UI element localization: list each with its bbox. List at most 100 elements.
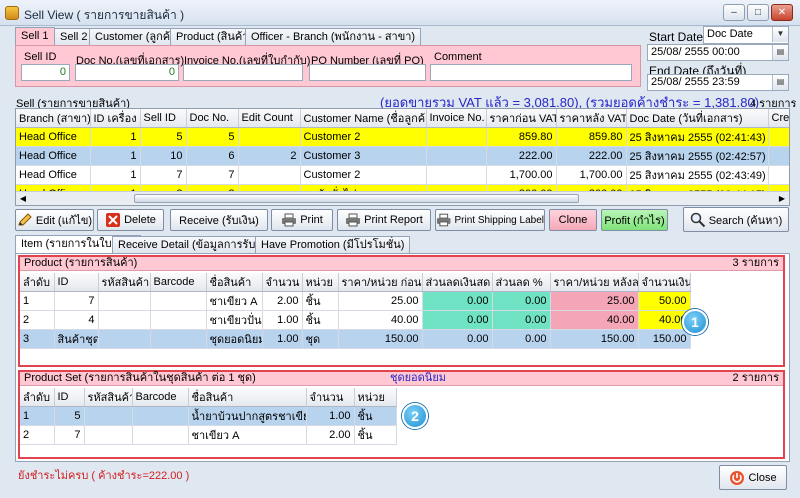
product-section: Product (รายการสินค้า) 3 รายการ ลำดับ ID ร… — [18, 255, 785, 367]
table-cell: 150.00 — [638, 329, 691, 349]
column-header[interactable]: หน่วย — [302, 273, 339, 292]
table-cell: 25 สิงหาคม 2555 (02:43:49) — [626, 165, 769, 185]
table-row[interactable]: Head Office 1 10 6 2 Customer 3 222.00 222.00 25… — [16, 146, 789, 166]
edit-button[interactable]: Edit (แก้ไข) — [15, 209, 94, 231]
delete-label: Delete — [124, 214, 156, 226]
print-button[interactable]: Print — [271, 209, 333, 231]
column-header[interactable]: Barcode — [150, 273, 207, 292]
table-cell: 7 — [54, 291, 99, 311]
column-header[interactable]: Edit Count — [238, 109, 301, 128]
table-cell: Customer 2 — [300, 127, 427, 147]
tab-have-promotion[interactable]: Have Promotion (มีโปรโมชั่น) — [255, 236, 411, 254]
product-table[interactable]: ลำดับ ID รหัสสินค้า Barcode ชื่อสินค้า จำนวนห… — [20, 273, 691, 349]
column-header[interactable]: Doc No. — [186, 109, 239, 128]
sell-id-input[interactable]: 0 — [21, 64, 70, 81]
close-button[interactable]: Close — [719, 465, 787, 490]
comment-input[interactable] — [430, 64, 632, 81]
table-cell: 5 — [54, 406, 85, 426]
table-cell: 1 — [90, 127, 141, 147]
end-date-input[interactable]: 25/08/ 2555 23:59 ▤ — [647, 74, 789, 91]
callout-badge-1: 1 — [682, 309, 708, 335]
column-header[interactable]: ลำดับ — [20, 273, 55, 292]
sell-grid[interactable]: Branch (สาขา) ID เครื่อง Sell ID Doc No. Edi… — [15, 108, 790, 206]
end-date-value: 25/08/ 2555 23:59 — [651, 76, 740, 88]
table-row[interactable]: 2 7 ชาเขียว A 2.00 ชิ้น — [20, 425, 397, 445]
column-header[interactable]: ราคา/หน่วย ก่อนลด — [338, 273, 423, 292]
calendar-icon[interactable]: ▤ — [772, 75, 788, 90]
table-cell — [426, 127, 487, 147]
table-row[interactable]: 1 7 ชาเขียว A 2.00 ชิ้น 25.00 0.00 0.00 25.00 50.… — [20, 291, 691, 311]
table-cell: 150.00 — [338, 329, 423, 349]
column-header[interactable]: Branch (สาขา) — [16, 109, 91, 128]
table-cell: 10 — [140, 146, 187, 166]
table-row[interactable]: 3 สินค้าชุด ชุดยอดนิยม 1.00 ชุด 150.00 0.00 0.0… — [20, 329, 691, 349]
column-header[interactable]: ID — [54, 388, 85, 407]
po-number-input[interactable] — [309, 64, 426, 81]
invoice-no-input[interactable] — [183, 64, 303, 81]
profit-button[interactable]: Profit (กำไร) — [601, 209, 668, 231]
tab-sell-2[interactable]: Sell 2 — [54, 28, 94, 46]
table-cell: 2.00 — [262, 291, 303, 311]
column-header[interactable]: จำนวน — [262, 273, 303, 292]
table-row[interactable]: 2 4 ชาเขียวปั่น 1.00 ชิ้น 40.00 0.00 0.00 40.00 4… — [20, 310, 691, 330]
print-shipping-label-button[interactable]: Print Shipping Label — [435, 209, 545, 231]
delete-button[interactable]: Delete — [97, 209, 164, 231]
clone-button[interactable]: Clone — [549, 209, 597, 231]
column-header[interactable]: Doc Date (วันที่เอกสาร) — [626, 109, 769, 128]
minimize-button[interactable]: – — [723, 4, 745, 21]
column-header[interactable]: ID เครื่อง — [90, 109, 141, 128]
table-row[interactable]: Head Office 1 7 7 Customer 2 1,700.00 1,700.00… — [16, 165, 789, 185]
column-header[interactable]: ID — [54, 273, 99, 292]
column-header[interactable]: รหัสสินค้า — [98, 273, 151, 292]
column-header[interactable]: ชื่อสินค้า — [188, 388, 307, 407]
horizontal-scrollbar[interactable]: ◀ ▶ — [16, 191, 789, 205]
column-header[interactable]: ส่วนลด % — [492, 273, 551, 292]
product-title: Product (รายการสินค้า) — [24, 257, 138, 269]
search-button[interactable]: Search (ค้นหา) — [683, 207, 789, 232]
maximize-button[interactable]: □ — [747, 4, 769, 21]
print-report-button[interactable]: Print Report — [337, 209, 431, 231]
table-cell: ชิ้น — [302, 291, 339, 311]
column-header[interactable]: จำนวนเงิน — [638, 273, 691, 292]
column-header[interactable]: ราคาก่อน VAT — [486, 109, 557, 128]
close-window-button[interactable]: ✕ — [771, 4, 793, 21]
table-cell: 0.00 — [422, 310, 493, 330]
table-cell: 2 — [20, 425, 55, 445]
column-header[interactable]: ลำดับ — [20, 388, 55, 407]
column-header[interactable]: ราคาหลัง VAT — [556, 109, 627, 128]
column-header[interactable]: ชื่อสินค้า — [206, 273, 263, 292]
scrollbar-thumb[interactable] — [134, 194, 579, 203]
column-header[interactable]: ราคา/หน่วย หลังลด — [550, 273, 639, 292]
table-row[interactable]: 15 น้ำยาบ้วนปากสูตรชาเขียว 500ml1.00ชิ้น — [20, 406, 397, 426]
power-icon — [730, 470, 745, 485]
table-cell: 7 — [140, 165, 187, 185]
table-cell: 4 — [54, 310, 99, 330]
table-cell: 40.00 — [550, 310, 639, 330]
table-cell: Head Office — [16, 165, 91, 185]
product-set-table[interactable]: ลำดับ ID รหัสสินค้า Barcode ชื่อสินค้า จำนวนห… — [20, 388, 397, 445]
calendar-icon[interactable]: ▤ — [772, 45, 788, 60]
table-cell: 25 สิงหาคม 2555 (02:42:57) — [626, 146, 769, 166]
column-header[interactable]: รหัสสินค้า — [84, 388, 133, 407]
tab-officer-branch[interactable]: Officer - Branch (พนักงาน - สาขา) — [245, 28, 422, 46]
column-header[interactable]: หน่วย — [354, 388, 397, 407]
tab-sell-1[interactable]: Sell 1 — [15, 27, 55, 46]
doc-no-input[interactable]: 0 — [75, 64, 179, 81]
table-cell: 150.00 — [550, 329, 639, 349]
table-cell: 859.80 — [486, 127, 557, 147]
column-header[interactable]: Sell ID — [140, 109, 187, 128]
table-row[interactable]: Head Office 1 5 5 Customer 2 859.80 859.80 25 ส… — [16, 127, 789, 147]
start-date-input[interactable]: 25/08/ 2555 00:00 ▤ — [647, 44, 789, 61]
column-header[interactable]: Invoice No. — [426, 109, 487, 128]
product-set-title: Product Set (รายการสินค้าในชุดสินค้า ต่อ… — [24, 372, 256, 384]
column-header[interactable]: จำนวน — [306, 388, 355, 407]
column-header[interactable]: Barcode — [132, 388, 189, 407]
receive-button[interactable]: Receive (รับเงิน) — [170, 209, 268, 231]
scroll-right-icon[interactable]: ▶ — [775, 192, 789, 205]
date-mode-select[interactable]: Doc Date ▼ — [703, 26, 789, 44]
column-header[interactable]: Customer Name (ชื่อลูกค้า) — [300, 109, 427, 128]
start-date-label: Start Date — [649, 30, 704, 44]
column-header[interactable]: ส่วนลดเงินสด — [422, 273, 493, 292]
column-header[interactable]: Cre — [768, 109, 789, 128]
scroll-left-icon[interactable]: ◀ — [16, 192, 30, 205]
